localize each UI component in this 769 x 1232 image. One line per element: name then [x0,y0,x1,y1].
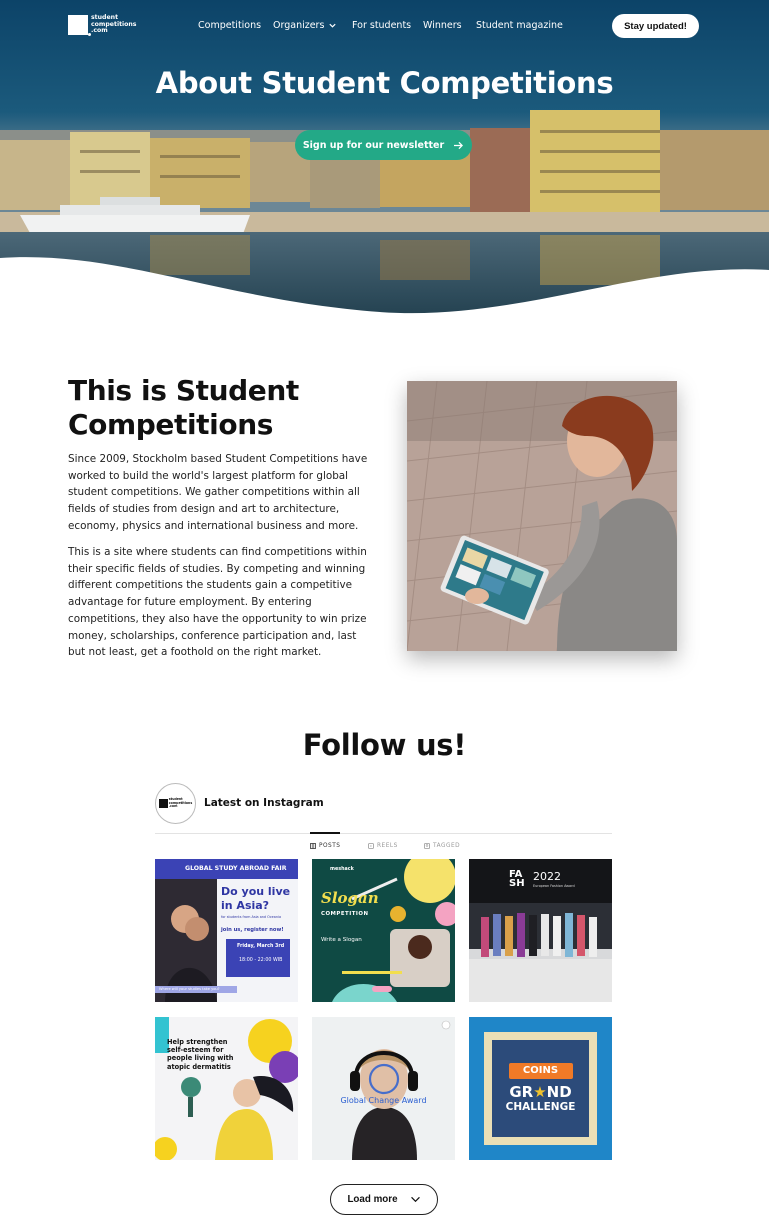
instagram-feed-label: Latest on Instagram [204,797,324,809]
chevron-down-icon [410,1196,420,1203]
post-overlay-text: Global Change Award [340,1096,427,1105]
instagram-post-global-change-award[interactable]: Global Change Award [312,1017,455,1160]
logo-mark-icon [68,15,91,36]
nav-link-student-magazine[interactable]: Student magazine [476,20,563,31]
nav-link-competitions[interactable]: Competitions [198,20,261,31]
instagram-post-slogan[interactable]: meshack Slogan COMPETITION Write a Sloga… [312,859,455,1002]
post-word: COMPETITION [321,911,369,917]
instagram-post-grand-challenge[interactable]: COINS GR★ND CHALLENGE [469,1017,612,1160]
newsletter-signup-button[interactable]: Sign up for our newsletter [295,130,472,160]
post-subtext: European Fashion Award [533,884,575,888]
instagram-post-study-abroad[interactable]: GLOBAL STUDY ABROAD FAIR Do you live in A… [155,859,298,1002]
post-brand: meshack [330,867,354,872]
page-title: About Student Competitions [155,66,614,100]
post-line: Write a Slogan [321,937,362,943]
avatar-text-line: .com [168,804,178,809]
newsletter-button-label: Sign up for our newsletter [302,139,445,151]
about-heading: This is Student Competitions [68,374,299,441]
post-script-title: Slogan [321,889,379,907]
post-cta-text: join us, register now! [221,927,284,933]
instagram-post-fashion-award[interactable]: FA SH 2022 European Fashion Award [469,859,612,1002]
nav-link-for-students[interactable]: For students [352,20,411,31]
instagram-avatar[interactable]: student competitions .com [155,783,196,824]
logo-mark-icon [158,799,168,808]
about-paragraph: This is a site where students can find c… [68,546,367,659]
post-title: FA SH [509,869,525,889]
active-tab-indicator [310,832,340,834]
hero-section: student competitions .com Competitions O… [0,0,769,320]
post-word: GR★ND [509,1083,572,1101]
nav-link-winners[interactable]: Winners [423,20,462,31]
post-badge: COINS [522,1065,559,1076]
about-paragraph: Since 2009, Stockholm based Student Comp… [68,453,368,532]
logo-text-line: .com [91,27,108,35]
post-banner-text: GLOBAL STUDY ABROAD FAIR [185,865,287,872]
grid-icon [310,843,316,849]
reels-icon [368,843,374,849]
post-headline: Do you live in Asia? [221,885,291,912]
follow-us-heading: Follow us! [302,728,467,762]
load-more-label: Load more [347,1194,398,1205]
post-note: Where will your studies take you? [159,987,220,991]
student-with-tablet-photo [407,381,677,651]
site-logo[interactable]: student competitions .com [68,14,137,36]
post-subtext: for students from Asia and Oceania [221,915,282,919]
post-text: Help strengthen self-esteem for people liv… [167,1038,234,1071]
tab-reels[interactable]: REELS [368,843,398,849]
divider [155,833,612,834]
instagram-post-dermatitis[interactable]: Help strengthen self-esteem for people liv… [155,1017,298,1160]
arrow-right-icon [454,141,464,149]
top-navigation: student competitions .com Competitions O… [0,0,769,52]
post-time: 18:00 - 22:00 WIB [239,958,283,963]
chevron-down-icon [329,23,337,28]
tab-posts[interactable]: POSTS [310,843,340,849]
post-year: 2022 [533,870,561,883]
nav-link-organizers[interactable]: Organizers [273,20,337,31]
tab-tagged[interactable]: TAGGED [424,843,460,849]
tag-icon [424,843,430,849]
post-date: Friday, March 3rd [237,944,285,949]
post-word: CHALLENGE [505,1101,576,1113]
stay-updated-button[interactable]: Stay updated! [612,14,699,38]
load-more-button[interactable]: Load more [330,1184,438,1215]
